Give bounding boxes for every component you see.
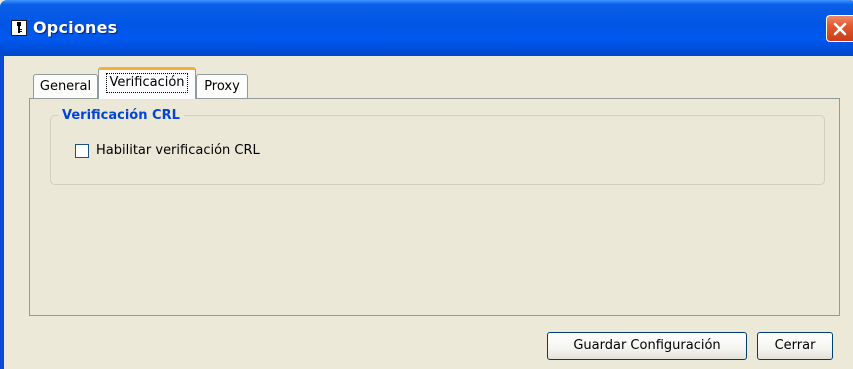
tab-proxy-label: Proxy	[204, 79, 240, 94]
options-dialog: Opciones General Verificación Proxy Veri…	[0, 0, 853, 369]
crl-group-title: Verificación CRL	[58, 108, 184, 124]
window-title: Opciones	[33, 18, 118, 37]
close-icon	[833, 22, 847, 36]
tab-general[interactable]: General	[33, 74, 98, 100]
close-button[interactable]: Cerrar	[757, 332, 833, 360]
close-window-button[interactable]	[826, 15, 853, 42]
tab-verificacion[interactable]: Verificación	[98, 67, 196, 99]
enable-crl-label[interactable]: Habilitar verificación CRL	[96, 143, 260, 159]
tab-verificacion-label: Verificación	[106, 73, 188, 93]
save-config-label: Guardar Configuración	[573, 338, 721, 353]
key-icon	[11, 20, 27, 36]
tab-proxy[interactable]: Proxy	[196, 74, 248, 100]
window-frame-left	[0, 56, 4, 369]
enable-crl-checkbox[interactable]	[75, 144, 89, 158]
title-bar[interactable]: Opciones	[0, 0, 853, 56]
tab-general-label: General	[39, 79, 92, 94]
close-label: Cerrar	[774, 338, 816, 353]
save-config-button[interactable]: Guardar Configuración	[547, 332, 747, 360]
